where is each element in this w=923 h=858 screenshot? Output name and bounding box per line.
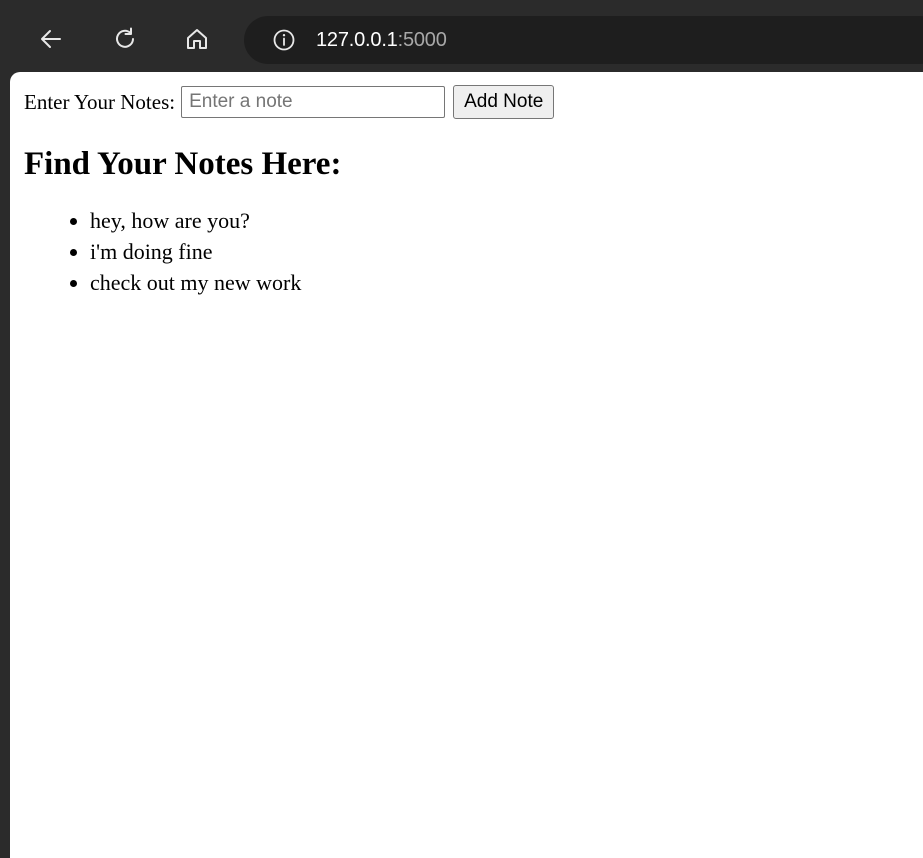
reload-button[interactable]: [108, 22, 142, 56]
note-item: i'm doing fine: [90, 236, 554, 267]
note-item: check out my new work: [90, 267, 554, 298]
back-button[interactable]: [34, 22, 68, 56]
info-icon[interactable]: [272, 28, 296, 52]
browser-window: 127.0.0.1:5000 Enter Your Notes: Add Not…: [0, 0, 923, 858]
add-note-button[interactable]: Add Note: [453, 85, 555, 119]
url-text: 127.0.0.1:5000: [316, 29, 447, 52]
note-item: hey, how are you?: [90, 205, 554, 236]
address-bar[interactable]: 127.0.0.1:5000: [244, 16, 923, 64]
browser-toolbar: 127.0.0.1:5000: [0, 0, 923, 72]
home-icon: [187, 29, 207, 49]
page-heading: Find Your Notes Here:: [24, 146, 342, 182]
notes-list: hey, how are you? i'm doing fine check o…: [24, 205, 554, 298]
url-host: 127.0.0.1: [316, 28, 398, 51]
notes-page: Enter Your Notes: Add Note Find Your Not…: [10, 72, 555, 298]
note-form: Enter Your Notes: Add Note: [24, 84, 555, 120]
note-input-label: Enter Your Notes:: [24, 89, 176, 114]
reload-icon: [116, 27, 134, 48]
home-button[interactable]: [180, 22, 214, 56]
page-viewport: Enter Your Notes: Add Note Find Your Not…: [10, 72, 923, 858]
note-input[interactable]: [181, 86, 446, 118]
back-arrow-icon: [41, 30, 61, 48]
url-port: :5000: [397, 28, 447, 51]
